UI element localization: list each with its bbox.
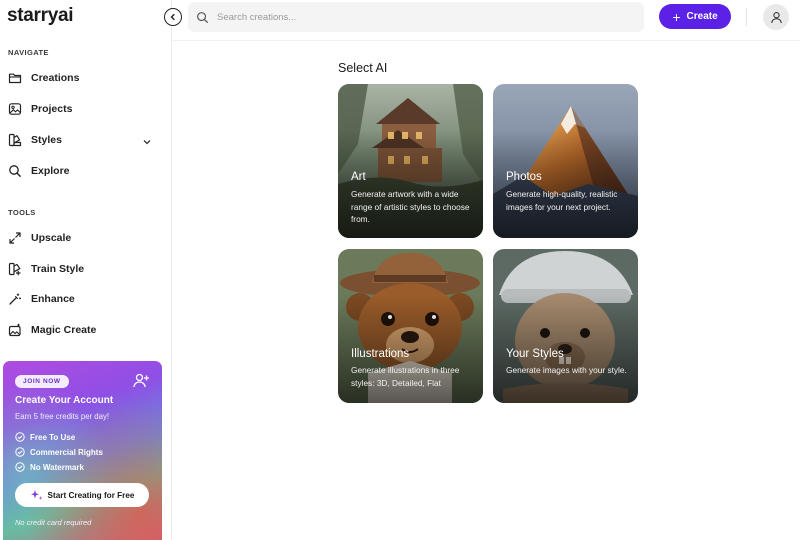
check-circle-icon bbox=[15, 462, 25, 472]
promo-title: Create Your Account bbox=[15, 395, 114, 406]
train-icon bbox=[8, 262, 22, 276]
magic-image-icon bbox=[8, 323, 22, 337]
sidebar-item-magic-create[interactable]: Magic Create bbox=[0, 317, 170, 343]
no-credit-card-note: No credit card required bbox=[15, 518, 92, 527]
start-creating-button[interactable]: Start Creating for Free bbox=[15, 483, 149, 507]
collapse-sidebar-button[interactable] bbox=[164, 8, 182, 26]
perk-label: Free To Use bbox=[30, 432, 76, 442]
check-circle-icon bbox=[15, 432, 25, 442]
sidebar-item-enhance[interactable]: Enhance bbox=[0, 286, 170, 312]
sidebar: starryai NAVIGATE Creations Projects Sty… bbox=[0, 0, 172, 540]
search-bar[interactable] bbox=[188, 2, 644, 32]
logo[interactable]: starryai bbox=[7, 5, 74, 27]
sidebar-item-styles[interactable]: Styles bbox=[0, 127, 170, 153]
sidebar-item-projects[interactable]: Projects bbox=[0, 96, 170, 122]
sidebar-item-label: Creations bbox=[31, 72, 80, 84]
card-title: Art bbox=[351, 171, 366, 183]
sparkle-icon bbox=[30, 489, 43, 501]
image-icon bbox=[8, 102, 22, 116]
search-input[interactable] bbox=[217, 11, 617, 23]
user-icon bbox=[770, 11, 783, 24]
check-circle-icon bbox=[15, 447, 25, 457]
card-title: Photos bbox=[506, 171, 542, 183]
join-now-badge: JOIN NOW bbox=[15, 375, 69, 388]
chevron-down-icon[interactable] bbox=[142, 134, 152, 152]
ai-card-your-styles[interactable]: Your Styles Generate images with your st… bbox=[493, 249, 638, 403]
create-label: Create bbox=[686, 11, 718, 22]
app-root: starryai NAVIGATE Creations Projects Sty… bbox=[0, 0, 800, 540]
create-button[interactable]: + Create bbox=[659, 4, 731, 29]
card-title: Illustrations bbox=[351, 348, 410, 360]
page-title: Select AI bbox=[338, 61, 388, 75]
ai-card-illustrations[interactable]: Illustrations Generate illustrations in … bbox=[338, 249, 483, 403]
add-user-icon[interactable] bbox=[133, 373, 150, 393]
ai-card-art[interactable]: Art Generate artwork with a wide range o… bbox=[338, 84, 483, 238]
user-avatar-button[interactable] bbox=[763, 4, 789, 30]
card-description: Generate images with your style. bbox=[506, 365, 627, 375]
sidebar-item-upscale[interactable]: Upscale bbox=[0, 225, 170, 251]
wand-icon bbox=[8, 292, 22, 306]
search-icon bbox=[196, 11, 209, 24]
sidebar-item-explore[interactable]: Explore bbox=[0, 158, 170, 184]
card-title: Your Styles bbox=[506, 348, 564, 360]
folder-icon bbox=[8, 71, 22, 85]
topbar-divider bbox=[746, 8, 747, 26]
promo-subtitle: Earn 5 free credits per day! bbox=[15, 412, 110, 421]
perk-item: Commercial Rights bbox=[15, 447, 103, 457]
sidebar-item-label: Magic Create bbox=[31, 324, 97, 336]
sidebar-item-label: Upscale bbox=[31, 232, 72, 244]
sidebar-item-label: Styles bbox=[31, 134, 62, 146]
perk-item: No Watermark bbox=[15, 462, 84, 472]
sidebar-item-label: Enhance bbox=[31, 293, 75, 305]
sidebar-item-train-style[interactable]: Train Style bbox=[0, 256, 170, 282]
perk-label: Commercial Rights bbox=[30, 447, 103, 457]
sidebar-item-label: Projects bbox=[31, 103, 73, 115]
perk-item: Free To Use bbox=[15, 432, 75, 442]
start-creating-label: Start Creating for Free bbox=[47, 490, 135, 500]
palette-icon bbox=[8, 133, 22, 147]
signup-promo-card: JOIN NOW Create Your Account Earn 5 free… bbox=[3, 361, 162, 540]
perk-label: No Watermark bbox=[30, 462, 84, 472]
expand-icon bbox=[8, 231, 22, 245]
card-overlay bbox=[493, 130, 638, 238]
sidebar-item-label: Explore bbox=[31, 165, 70, 177]
chevron-left-icon bbox=[169, 13, 177, 21]
card-description: Generate artwork with a wide range of ar… bbox=[351, 189, 470, 224]
search-icon bbox=[8, 164, 22, 178]
section-label-navigate: NAVIGATE bbox=[8, 48, 49, 57]
sidebar-item-label: Train Style bbox=[31, 263, 85, 275]
card-description: Generate illustrations in three styles: … bbox=[351, 365, 460, 388]
card-description: Generate high-quality, realistic images … bbox=[506, 189, 618, 212]
section-label-tools: TOOLS bbox=[8, 208, 36, 217]
sidebar-item-creations[interactable]: Creations bbox=[0, 65, 170, 91]
ai-card-photos[interactable]: Photos Generate high-quality, realistic … bbox=[493, 84, 638, 238]
topbar-border bbox=[172, 40, 800, 41]
plus-icon: + bbox=[672, 8, 681, 25]
